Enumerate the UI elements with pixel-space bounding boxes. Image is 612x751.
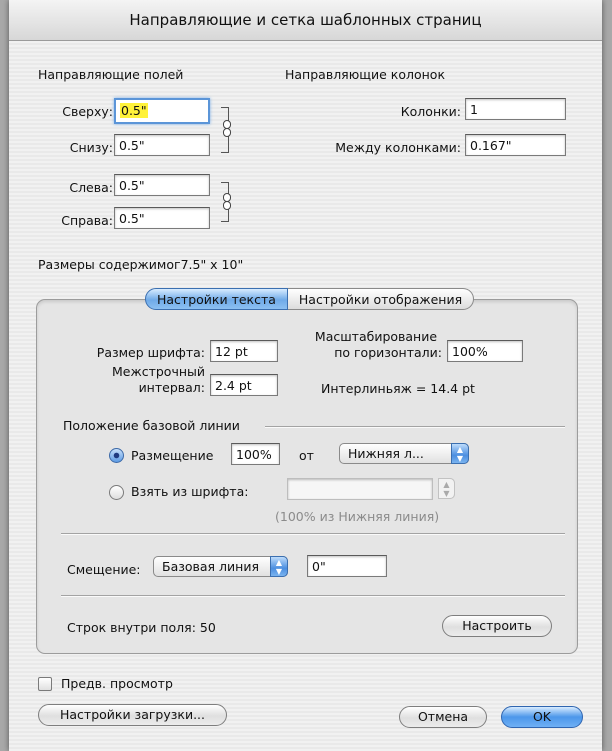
popup-arrows-icon: ▲ ▼ — [270, 556, 288, 577]
hscale-label-2: по горизонтали: — [334, 345, 442, 360]
left-margin-field[interactable]: 0.5" — [114, 174, 210, 196]
content-size-value: 7.5" x 10" — [180, 257, 244, 272]
columns-heading: Направляющие колонок — [285, 67, 445, 82]
placement-label: Размещение — [131, 448, 214, 463]
content-size-label: Размеры содержимог — [38, 257, 181, 272]
font-size-label: Размер шрифта: — [96, 345, 205, 360]
lines-readout: Строк внутри поля: 50 — [67, 620, 216, 635]
columns-field[interactable]: 1 — [465, 98, 566, 120]
from-font-field[interactable] — [287, 478, 433, 500]
placement-field[interactable]: 100% — [231, 443, 280, 465]
leading-field[interactable]: 2.4 pt — [210, 374, 278, 396]
offset-field[interactable]: 0" — [307, 555, 387, 577]
lines-value: 50 — [199, 620, 216, 635]
preview-label: Предв. просмотр — [61, 676, 173, 691]
baseline-hint: (100% из Нижняя линия) — [275, 509, 440, 524]
load-settings-button[interactable]: Настройки загрузки... — [38, 704, 227, 726]
link-top-bottom-icon[interactable] — [221, 107, 235, 153]
cancel-button[interactable]: Отмена — [399, 706, 487, 728]
from-label: от — [299, 448, 314, 463]
gutter-label: Между колонками: — [335, 140, 461, 155]
dialog-title: Направляющие и сетка шаблонных страниц — [9, 0, 602, 41]
divider-2 — [61, 595, 565, 597]
leading-label-1: Межстрочный — [111, 364, 205, 379]
link-left-right-icon[interactable] — [221, 182, 235, 222]
preview-checkbox[interactable] — [38, 677, 52, 691]
hscale-field[interactable]: 100% — [447, 340, 523, 362]
placement-popup[interactable]: Нижняя л... ▲ ▼ — [339, 443, 469, 464]
content-size: Размеры содержимог7.5" x 10" — [38, 257, 243, 272]
offset-label: Смещение: — [67, 562, 141, 577]
gutter-field[interactable]: 0.167" — [465, 134, 566, 156]
interline-label: Интерлиньяж = — [321, 381, 427, 396]
bottom-margin-field[interactable]: 0.5" — [114, 134, 210, 156]
baseline-heading: Положение базовой линии — [63, 418, 240, 433]
tab-display-settings[interactable]: Настройки отображения — [287, 288, 475, 310]
offset-popup[interactable]: Базовая линия ▲ ▼ — [153, 556, 288, 577]
right-label: Справа: — [61, 213, 113, 228]
baseline-divider — [265, 426, 565, 428]
hscale-label-1: Масштабирование — [314, 329, 438, 344]
leading-label-2: интервал: — [138, 380, 205, 395]
popup-arrows-icon: ▲ ▼ — [451, 443, 469, 464]
tab-bar: Настройки текста Настройки отображения — [145, 288, 475, 310]
dialog-window: Направляющие и сетка шаблонных страниц Н… — [9, 0, 602, 751]
tab-text-settings[interactable]: Настройки текста — [145, 288, 288, 310]
placement-radio[interactable] — [109, 448, 124, 463]
configure-button[interactable]: Настроить — [442, 615, 552, 637]
from-font-stepper[interactable]: ▲ ▼ — [438, 478, 455, 499]
divider-1 — [61, 533, 565, 535]
from-font-label: Взять из шрифта: — [131, 484, 249, 499]
left-label: Слева: — [69, 180, 113, 195]
bottom-label: Снизу: — [69, 140, 113, 155]
from-font-radio[interactable] — [109, 485, 124, 500]
right-margin-field[interactable]: 0.5" — [114, 207, 210, 229]
columns-label: Колонки: — [400, 104, 461, 119]
margins-heading: Направляющие полей — [38, 67, 184, 82]
stepper-arrows-icon: ▲ ▼ — [438, 478, 455, 499]
font-size-field[interactable]: 12 pt — [210, 340, 278, 362]
interline-readout: Интерлиньяж = 14.4 pt — [321, 381, 475, 396]
top-margin-field[interactable]: 0.5" — [114, 98, 210, 124]
top-label: Сверху: — [62, 104, 113, 119]
ok-button[interactable]: OK — [501, 706, 583, 728]
interline-value: 14.4 pt — [430, 381, 475, 396]
lines-label: Строк внутри поля: — [67, 620, 196, 635]
